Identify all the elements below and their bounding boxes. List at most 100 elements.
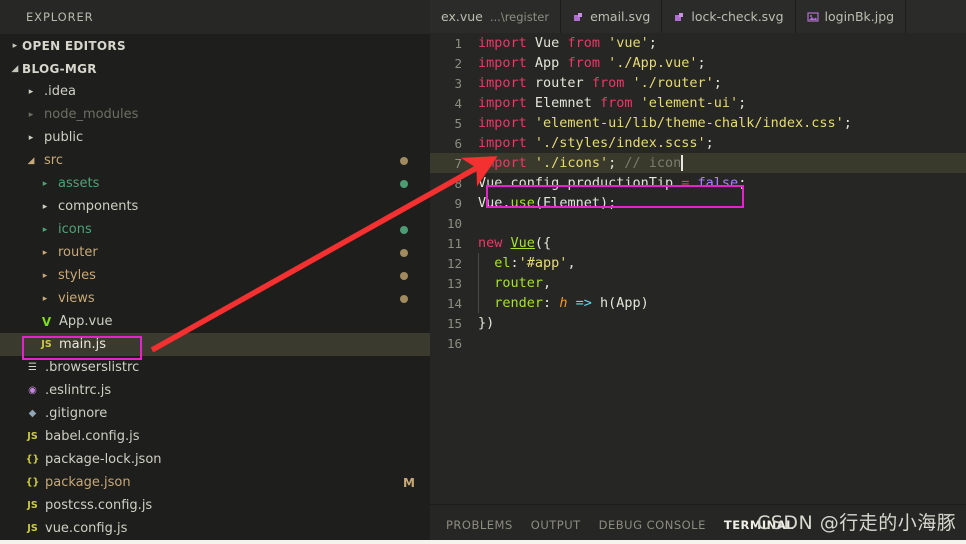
tree-item-assets[interactable]: ▸ assets xyxy=(0,172,430,195)
code-line: 11 new Vue({ xyxy=(430,233,966,253)
code-token: from xyxy=(599,95,633,111)
text-cursor xyxy=(681,155,684,171)
code-token: . xyxy=(502,195,511,211)
line-number: 4 xyxy=(454,95,462,111)
tree-item-label: vue.config.js xyxy=(45,521,128,536)
editor-tab-bar: ex.vue ...\register email.svg lock-check.sv… xyxy=(430,0,966,33)
code-line: 16 xyxy=(430,333,966,353)
line-number: 16 xyxy=(446,335,462,351)
code-line-text: }) xyxy=(478,315,494,331)
config-file-icon: ☰ xyxy=(28,362,37,373)
git-file-icon: ◆ xyxy=(28,408,37,419)
tree-item-views[interactable]: ▸ views xyxy=(0,287,430,310)
tree-item-node_modules[interactable]: ▸ node_modules xyxy=(0,103,430,126)
editor-tab-lock-check.svg[interactable]: lock-check.svg xyxy=(662,0,796,33)
code-line: 9 Vue.use(Elemnet); xyxy=(430,193,966,213)
tree-item-public[interactable]: ▸ public xyxy=(0,126,430,149)
explorer-section-open-editors[interactable]: ▸ OPEN EDITORS xyxy=(0,34,430,57)
panel-tab-problems[interactable]: PROBLEMS xyxy=(446,518,513,532)
line-number: 10 xyxy=(446,215,462,231)
tree-item-.browserslistrc[interactable]: ☰ .browserslistrc xyxy=(0,356,430,379)
code-line-text: import 'element-ui/lib/theme-chalk/index… xyxy=(478,115,852,131)
code-token: false xyxy=(697,175,739,191)
tree-item-label: .eslintrc.js xyxy=(45,383,112,398)
tree-item-.eslintrc.js[interactable]: ◉ .eslintrc.js xyxy=(0,379,430,402)
tree-item-vue.config.js[interactable]: JS vue.config.js xyxy=(0,517,430,540)
code-token: import xyxy=(478,75,527,91)
image-file-icon xyxy=(806,11,819,23)
tree-item-babel.config.js[interactable]: JS babel.config.js xyxy=(0,425,430,448)
tree-item-app.vue[interactable]: V App.vue xyxy=(0,310,430,333)
tree-item-package-lock.json[interactable]: {} package-lock.json xyxy=(0,448,430,471)
panel-tab-debug-console[interactable]: DEBUG CONSOLE xyxy=(599,518,706,532)
code-token: // icon xyxy=(624,155,682,171)
code-line: 5 import 'element-ui/lib/theme-chalk/inde… xyxy=(430,113,966,133)
window-bottom-edge-left xyxy=(0,540,430,544)
tree-item-package.json[interactable]: {} package.json M xyxy=(0,471,430,494)
code-token: el xyxy=(494,255,511,271)
explorer-section-blog-mgr[interactable]: ◢ BLOG-MGR xyxy=(0,57,430,80)
line-number: 5 xyxy=(454,115,462,131)
line-number: 11 xyxy=(446,235,462,251)
editor-tab-loginbk.jpg[interactable]: loginBk.jpg xyxy=(795,0,907,33)
line-number: 1 xyxy=(454,35,462,51)
line-number: 12 xyxy=(446,255,462,271)
tree-item-icons[interactable]: ▸ icons xyxy=(0,218,430,241)
code-token: : xyxy=(543,295,560,311)
tree-item-postcss.config.js[interactable]: JS postcss.config.js xyxy=(0,494,430,517)
git-status-dot xyxy=(400,156,408,165)
chevron-down-icon: ◢ xyxy=(11,63,19,74)
line-number: 7 xyxy=(454,155,462,171)
line-number: 3 xyxy=(454,75,462,91)
code-token: use xyxy=(510,195,535,211)
tree-item-src[interactable]: ◢ src xyxy=(0,149,430,172)
explorer-section-label: OPEN EDITORS xyxy=(22,38,126,53)
code-line: 1 import Vue from 'vue'; xyxy=(430,33,966,53)
tree-item-label: babel.config.js xyxy=(45,429,140,444)
code-line: 4 import Elemnet from 'element-ui'; xyxy=(430,93,966,113)
js-file-icon: JS xyxy=(27,500,38,511)
code-token: import xyxy=(478,95,527,111)
code-token: Vue xyxy=(478,195,503,211)
tree-item-.idea[interactable]: ▸ .idea xyxy=(0,80,430,103)
code-line: 6 import './styles/index.scss'; xyxy=(430,133,966,153)
code-token: Elemnet xyxy=(534,95,592,111)
code-token: './icons' xyxy=(534,155,609,171)
editor-tab-ex.vue[interactable]: ex.vue ...\register xyxy=(430,0,562,33)
code-token: import xyxy=(478,115,527,131)
tree-item-.gitignore[interactable]: ◆ .gitignore xyxy=(0,402,430,425)
git-status-dot xyxy=(400,225,408,234)
tree-item-label: assets xyxy=(58,176,100,191)
line-number: 14 xyxy=(446,295,462,311)
code-editor[interactable]: 1 import Vue from 'vue'; 2 import App from … xyxy=(430,33,966,505)
panel-tab-output[interactable]: OUTPUT xyxy=(531,518,581,532)
code-line-text: import './styles/index.scss'; xyxy=(478,135,714,151)
chevron-right-icon: ▸ xyxy=(12,40,18,51)
tree-item-components[interactable]: ▸ components xyxy=(0,195,430,218)
code-line: 15}) xyxy=(430,313,966,333)
code-line-text: import Elemnet from 'element-ui'; xyxy=(478,95,746,111)
folder-collapsed-icon: ▸ xyxy=(42,224,48,235)
tree-item-styles[interactable]: ▸ styles xyxy=(0,264,430,287)
tree-item-label: router xyxy=(58,245,98,260)
folder-collapsed-icon: ▸ xyxy=(42,201,48,212)
code-token: ; xyxy=(608,155,625,171)
code-token: => xyxy=(575,295,592,311)
code-line-text: import Vue from 'vue'; xyxy=(478,35,657,51)
tree-item-main.js[interactable]: JS main.js xyxy=(0,333,430,356)
code-token: ); xyxy=(599,195,617,211)
code-token: ; xyxy=(738,95,747,111)
line-number: 6 xyxy=(454,135,462,151)
tree-item-router[interactable]: ▸ router xyxy=(0,241,430,264)
code-token: ; xyxy=(843,115,852,131)
explorer-sections: ▸ OPEN EDITORS ◢ BLOG-MGR xyxy=(0,34,430,80)
editor-tab-email.svg[interactable]: email.svg xyxy=(561,0,663,33)
